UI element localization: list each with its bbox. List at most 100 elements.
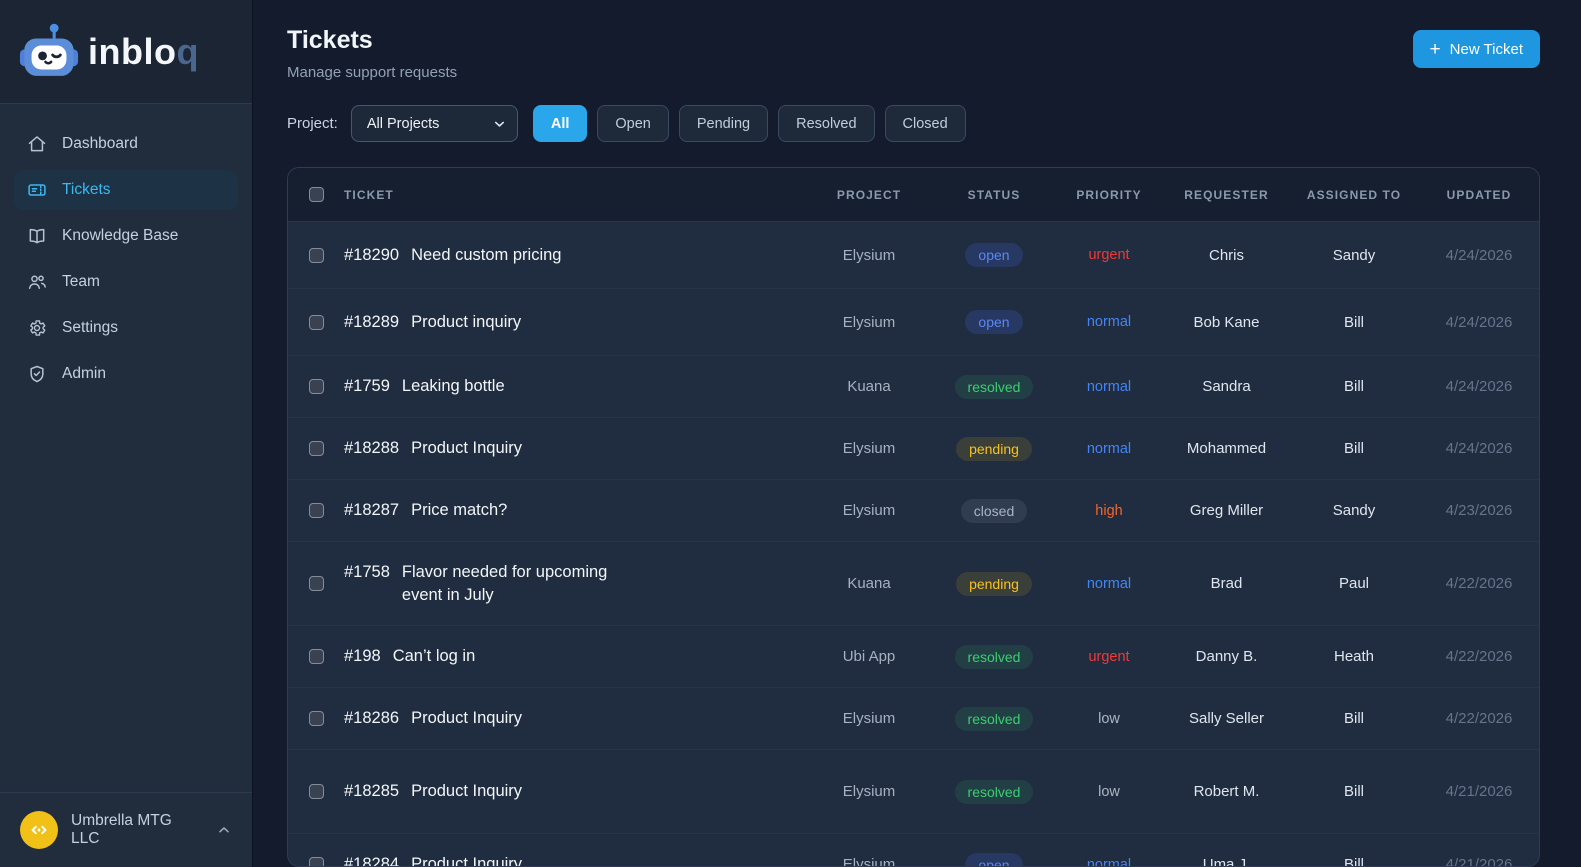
ticket-requester: Brad xyxy=(1210,575,1243,592)
column-header-assigned-to: ASSIGNED TO xyxy=(1306,187,1402,202)
filter-tab-open[interactable]: Open xyxy=(597,105,669,142)
ticket-row[interactable]: #18286 Product Inquiry Elysium resolved low S… xyxy=(288,688,1539,750)
ticket-id: #198 xyxy=(344,647,381,666)
row-checkbox[interactable] xyxy=(308,314,324,330)
sidebar-item-label: Dashboard xyxy=(62,135,138,152)
project-select[interactable]: All Projects xyxy=(350,105,518,142)
org-name: Umbrella MTG LLC xyxy=(71,812,172,847)
ticket-updated: 4/24/2026 xyxy=(1445,440,1513,457)
ticket-requester: Uma J. xyxy=(1202,856,1251,867)
row-checkbox[interactable] xyxy=(308,247,324,263)
filter-bar: Project: All Projects All Open Pending Reso… xyxy=(287,105,1540,142)
row-checkbox[interactable] xyxy=(308,441,324,456)
sidebar-item-team[interactable]: Team xyxy=(14,262,238,302)
sidebar-item-dashboard[interactable]: Dashboard xyxy=(14,124,238,164)
org-switcher[interactable]: Umbrella MTG LLC xyxy=(0,792,252,867)
plus-icon: + xyxy=(1429,38,1441,60)
priority-label: urgent xyxy=(1088,648,1130,665)
sidebar-item-tickets[interactable]: Tickets xyxy=(14,170,238,210)
main-content: Tickets Manage support requests + New Ti… xyxy=(253,0,1581,867)
ticket-title: Leaking bottle xyxy=(401,377,505,396)
filter-tab-closed[interactable]: Closed xyxy=(884,105,966,142)
sidebar-item-settings[interactable]: Settings xyxy=(14,308,238,348)
ticket-id: #18289 xyxy=(344,312,400,331)
ticket-assignee: Paul xyxy=(1338,575,1370,592)
ticket-row[interactable]: #1758 Flavor needed for upcoming event in… xyxy=(288,542,1539,626)
ticket-updated: 4/22/2026 xyxy=(1445,575,1513,592)
column-header-priority: PRIORITY xyxy=(1076,187,1142,202)
ticket-project: Ubi App xyxy=(842,648,896,665)
ticket-project: Kuana xyxy=(847,378,891,395)
row-checkbox[interactable] xyxy=(308,576,324,591)
ticket-title: Product inquiry xyxy=(411,312,522,331)
shield-check-icon xyxy=(27,364,47,384)
ticket-row[interactable]: #18288 Product Inquiry Elysium pending norma… xyxy=(288,418,1539,480)
ticket-project: Elysium xyxy=(842,440,896,457)
column-header-project: PROJECT xyxy=(836,187,902,202)
page-subtitle: Manage support requests xyxy=(287,64,458,81)
status-badge: open xyxy=(965,243,1023,267)
ticket-row[interactable]: #18289 Product inquiry Elysium open normal Bo… xyxy=(288,289,1539,356)
ticket-requester: Bob Kane xyxy=(1193,313,1260,331)
filter-tab-all[interactable]: All xyxy=(532,105,588,142)
row-checkbox[interactable] xyxy=(308,711,324,726)
priority-label: normal xyxy=(1086,378,1132,395)
select-all-checkbox[interactable] xyxy=(308,187,324,202)
column-header-ticket: TICKET xyxy=(344,187,394,202)
row-checkbox[interactable] xyxy=(308,857,324,866)
ticket-title: Need custom pricing xyxy=(411,245,562,264)
ticket-id: #1759 xyxy=(344,377,390,396)
filter-tab-resolved[interactable]: Resolved xyxy=(778,105,875,142)
ticket-assignee: Sandy xyxy=(1332,502,1376,519)
filter-tab-pending[interactable]: Pending xyxy=(678,105,769,142)
tickets-table: TICKET PROJECT STATUS PRIORITY REQUESTER ASSI… xyxy=(287,167,1540,867)
new-ticket-button[interactable]: + New Ticket xyxy=(1412,30,1540,68)
status-filter-tabs: All Open Pending Resolved Closed xyxy=(532,105,966,142)
row-checkbox[interactable] xyxy=(308,784,324,799)
ticket-requester: Sandra xyxy=(1202,378,1251,395)
sidebar-item-admin[interactable]: Admin xyxy=(14,354,238,394)
project-filter-label: Project: xyxy=(287,115,338,132)
ticket-id: #18286 xyxy=(344,709,400,728)
ticket-updated: 4/24/2026 xyxy=(1445,313,1513,331)
ticket-project: Elysium xyxy=(842,246,896,264)
ticket-updated: 4/21/2026 xyxy=(1445,783,1513,800)
row-checkbox[interactable] xyxy=(308,379,324,394)
column-header-updated: UPDATED xyxy=(1446,187,1512,202)
status-badge: open xyxy=(965,310,1023,334)
status-badge: pending xyxy=(956,571,1032,596)
priority-label: normal xyxy=(1086,440,1132,457)
page-title: Tickets xyxy=(287,26,373,54)
ticket-updated: 4/23/2026 xyxy=(1445,502,1513,519)
ticket-project: Elysium xyxy=(842,783,896,800)
users-icon xyxy=(27,272,47,292)
sidebar-item-label: Team xyxy=(62,273,100,290)
ticket-row[interactable]: #18290 Need custom pricing Elysium open urge… xyxy=(288,222,1539,289)
row-checkbox[interactable] xyxy=(308,649,324,664)
ticket-requester: Robert M. xyxy=(1193,783,1260,800)
sidebar-item-knowledge-base[interactable]: Knowledge Base xyxy=(14,216,238,256)
ticket-row[interactable]: #1759 Leaking bottle Kuana resolved normal Sa… xyxy=(288,356,1539,418)
priority-label: high xyxy=(1095,502,1123,519)
ticket-title: Can’t log in xyxy=(392,647,476,666)
ticket-icon xyxy=(27,180,47,200)
ticket-project: Elysium xyxy=(842,502,896,519)
ticket-id: #18287 xyxy=(344,501,400,520)
ticket-requester: Chris xyxy=(1208,246,1244,264)
ticket-updated: 4/22/2026 xyxy=(1445,648,1513,665)
ticket-row[interactable]: #18284 Product Inquiry Elysium open normal Um… xyxy=(288,834,1539,867)
ticket-updated: 4/21/2026 xyxy=(1445,856,1513,867)
chevron-up-icon xyxy=(216,822,232,838)
gear-icon xyxy=(27,318,47,338)
ticket-title: Product Inquiry xyxy=(411,439,523,458)
home-icon xyxy=(27,134,47,154)
row-checkbox[interactable] xyxy=(308,503,324,518)
ticket-row[interactable]: #18287 Price match? Elysium closed high Greg … xyxy=(288,480,1539,542)
ticket-row[interactable]: #198 Can’t log in Ubi App resolved urgent Dan… xyxy=(288,626,1539,688)
ticket-id: #18288 xyxy=(344,439,400,458)
ticket-row[interactable]: #18285 Product Inquiry Elysium resolved low R… xyxy=(288,750,1539,834)
ticket-assignee: Heath xyxy=(1333,648,1375,665)
ticket-id: #18290 xyxy=(344,245,400,264)
column-header-status: STATUS xyxy=(967,187,1021,202)
ticket-project: Kuana xyxy=(847,575,891,592)
